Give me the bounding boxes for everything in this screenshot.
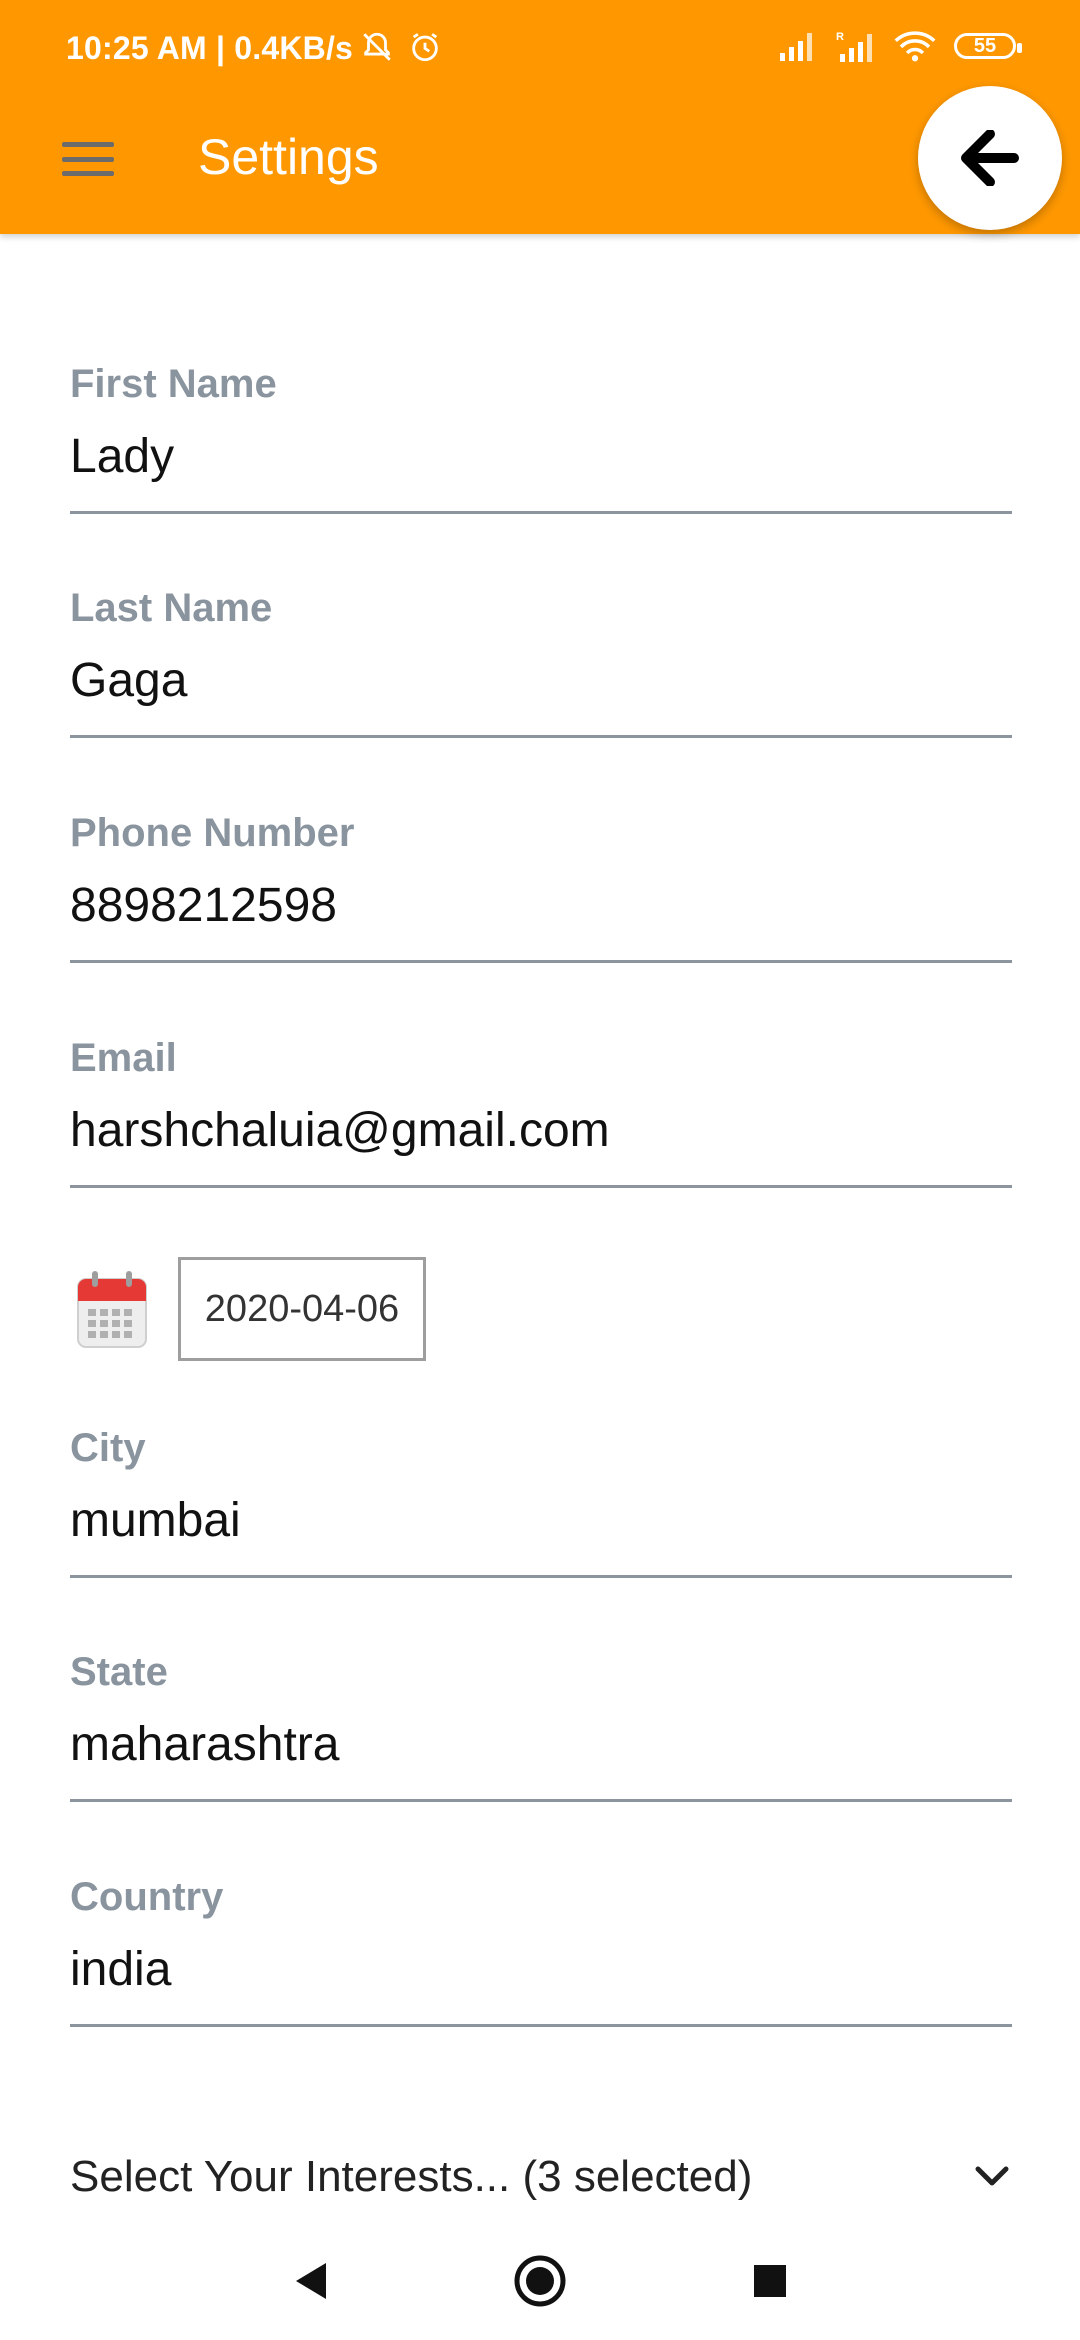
state-input[interactable]: maharashtra: [70, 1717, 1012, 1777]
date-row: 2020-04-06: [76, 1254, 426, 1364]
app-header: 10:25 AM | 0.4KB/s R 55 Settings: [0, 0, 1080, 234]
first-name-input[interactable]: Lady: [70, 429, 1012, 489]
hamburger-menu-icon[interactable]: [62, 142, 114, 176]
city-field[interactable]: City mumbai: [70, 1426, 1012, 1578]
back-button[interactable]: [918, 86, 1062, 230]
interests-label: Select Your Interests... (3 selected): [70, 2152, 753, 2201]
bell-off-icon: [363, 32, 391, 61]
country-field[interactable]: Country india: [70, 1875, 1012, 2027]
city-input[interactable]: mumbai: [70, 1493, 1012, 1553]
last-name-underline: [70, 735, 1012, 738]
country-underline: [70, 2024, 1012, 2027]
phone-field[interactable]: Phone Number 8898212598: [70, 811, 1012, 963]
country-label: Country: [70, 1875, 224, 1919]
first-name-underline: [70, 511, 1012, 514]
email-field[interactable]: Email harshchaluia@gmail.com: [70, 1036, 1012, 1188]
svg-text:R: R: [836, 31, 844, 43]
city-label: City: [70, 1426, 146, 1470]
alarm-icon: [412, 33, 438, 62]
nav-recents-icon: [754, 2265, 786, 2297]
phone-input[interactable]: 8898212598: [70, 878, 1012, 938]
interests-select[interactable]: Select Your Interests... (3 selected): [70, 2142, 1010, 2212]
last-name-field[interactable]: Last Name Gaga: [70, 586, 1012, 738]
last-name-input[interactable]: Gaga: [70, 653, 1012, 713]
state-underline: [70, 1799, 1012, 1802]
status-left-icons: [360, 30, 442, 64]
battery-level: 55: [973, 34, 997, 57]
first-name-label: First Name: [70, 362, 277, 406]
phone-label: Phone Number: [70, 811, 355, 855]
city-underline: [70, 1575, 1012, 1578]
wifi-icon: [894, 31, 936, 62]
nav-recents-button[interactable]: [735, 2246, 805, 2316]
signal-roaming-icon: R: [836, 31, 872, 62]
page-title: Settings: [198, 129, 379, 185]
battery-icon: 55: [954, 33, 1022, 59]
system-nav-bar: [0, 2222, 1080, 2340]
state-field[interactable]: State maharashtra: [70, 1650, 1012, 1802]
email-underline: [70, 1185, 1012, 1188]
country-input[interactable]: india: [70, 1942, 1012, 2002]
email-label: Email: [70, 1036, 177, 1080]
state-label: State: [70, 1650, 168, 1694]
phone-underline: [70, 960, 1012, 963]
status-right: R 55: [778, 30, 1022, 62]
email-input[interactable]: harshchaluia@gmail.com: [70, 1103, 1012, 1163]
calendar-icon[interactable]: [76, 1269, 148, 1349]
nav-home-button[interactable]: [505, 2246, 575, 2316]
last-name-label: Last Name: [70, 586, 273, 630]
nav-back-icon: [296, 2263, 326, 2299]
status-bar: 10:25 AM | 0.4KB/s R 55: [0, 0, 1080, 100]
chevron-down-icon[interactable]: [974, 2165, 1010, 2189]
status-time: 10:25 AM | 0.4KB/s: [66, 30, 354, 66]
nav-back-button[interactable]: [275, 2246, 345, 2316]
arrow-back-icon: [961, 130, 1019, 186]
signal-icon: [780, 33, 812, 61]
first-name-field[interactable]: First Name Lady: [70, 362, 1012, 514]
nav-home-icon: [514, 2255, 566, 2307]
date-input[interactable]: 2020-04-06: [178, 1257, 426, 1361]
